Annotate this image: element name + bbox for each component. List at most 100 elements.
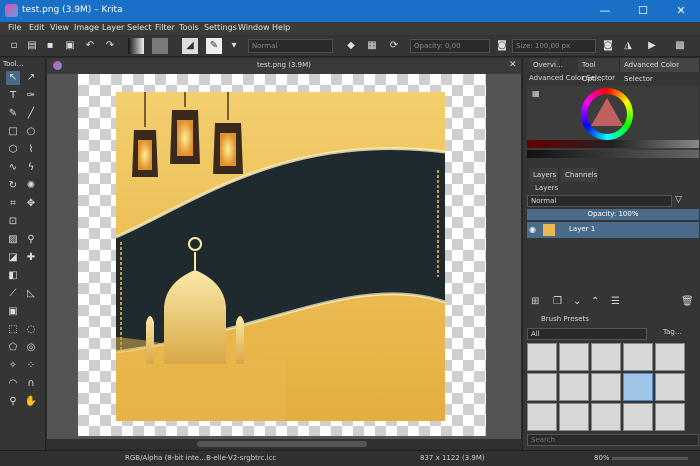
move-up-icon[interactable]: ⌃ xyxy=(591,296,599,307)
delete-layer-icon[interactable]: 🗑 xyxy=(681,296,694,307)
brush-preset[interactable] xyxy=(655,343,685,371)
pattern-swatch[interactable] xyxy=(152,38,168,54)
text-tool-icon[interactable]: T xyxy=(6,89,20,103)
zoom-tool-icon[interactable]: ⚲ xyxy=(6,395,20,409)
close-document-icon[interactable]: ✕ xyxy=(509,60,517,70)
brush-preset[interactable] xyxy=(559,373,589,401)
freehand-brush-icon[interactable]: ✎ xyxy=(6,107,20,121)
freehand-select-icon[interactable]: ◎ xyxy=(24,341,38,355)
tab-overview[interactable]: Overvi… xyxy=(529,58,563,72)
polygon-tool-icon[interactable]: ⬡ xyxy=(6,143,20,157)
gradient-swatch[interactable] xyxy=(128,38,144,54)
bezier-select-icon[interactable]: ◠ xyxy=(6,377,20,391)
transform-tool-icon[interactable]: ⊡ xyxy=(6,215,20,229)
tab-channels[interactable]: Channels xyxy=(561,168,599,182)
reload-icon[interactable]: ⟳ xyxy=(386,38,402,54)
brush-preset[interactable] xyxy=(655,403,685,431)
brush-preset[interactable] xyxy=(527,343,557,371)
crop-tool-icon[interactable]: ⌗ xyxy=(6,197,20,211)
visibility-icon[interactable]: ◉ xyxy=(529,225,536,234)
menu-image[interactable]: Image xyxy=(74,23,99,32)
menu-edit[interactable]: Edit xyxy=(29,23,45,32)
document-tab[interactable]: test.png (3.9M) ✕ xyxy=(47,58,521,74)
brush-preset[interactable] xyxy=(591,403,621,431)
colorize-mask-icon[interactable]: ◪ xyxy=(6,251,20,265)
brush-preset[interactable] xyxy=(591,343,621,371)
move-tool-icon[interactable]: ✥ xyxy=(24,197,38,211)
brush-preset-icon[interactable]: ◢ xyxy=(182,38,198,54)
brush-preset-selected[interactable] xyxy=(623,373,653,401)
layer-opacity-slider[interactable]: Opacity: 100% xyxy=(527,209,699,220)
tab-tool-options[interactable]: Tool Opti… xyxy=(578,58,620,83)
smart-patch-icon[interactable]: ✚ xyxy=(24,251,38,265)
fill-tool-icon[interactable]: ◧ xyxy=(6,269,20,283)
multibrush-icon[interactable]: ✺ xyxy=(24,179,38,193)
brush-preset[interactable] xyxy=(623,403,653,431)
lock-icon[interactable]: ◙ xyxy=(494,38,510,54)
rectangle-tool-icon[interactable]: □ xyxy=(6,125,20,139)
brush-preset[interactable] xyxy=(591,373,621,401)
brush-preset[interactable] xyxy=(655,373,685,401)
duplicate-layer-icon[interactable]: ❐ xyxy=(553,296,562,307)
maximize-button[interactable]: ☐ xyxy=(624,0,662,22)
color-triangle[interactable] xyxy=(591,98,623,128)
open-icon[interactable]: ▤ xyxy=(24,38,40,54)
rect-select-icon[interactable]: ⬚ xyxy=(6,323,20,337)
minimize-button[interactable]: — xyxy=(586,0,624,22)
brush-preset[interactable] xyxy=(559,343,589,371)
layer-properties-icon[interactable]: ☰ xyxy=(611,296,620,307)
polygon-select-icon[interactable]: ⬠ xyxy=(6,341,20,355)
select-shapes-icon[interactable]: ↖ xyxy=(6,71,20,85)
horizontal-scrollbar[interactable] xyxy=(47,439,521,449)
brush-edit-icon[interactable]: ✎ xyxy=(206,38,222,54)
edit-shapes-icon[interactable]: ↗ xyxy=(24,71,38,85)
menu-window[interactable]: Window xyxy=(238,23,270,32)
zoom-slider[interactable] xyxy=(612,457,688,460)
brush-preset[interactable] xyxy=(527,373,557,401)
bezier-tool-icon[interactable]: ∿ xyxy=(6,161,20,175)
mirror-vertical-icon[interactable]: ▶ xyxy=(644,38,660,54)
color-bar[interactable] xyxy=(527,150,699,158)
tab-advanced-color-selector[interactable]: Advanced Color Selector xyxy=(620,58,700,83)
assistant-tool-icon[interactable]: ⟋ xyxy=(6,287,20,301)
save-as-icon[interactable]: ▣ xyxy=(62,38,78,54)
layer-blend-select[interactable]: Normal xyxy=(527,195,672,207)
color-settings-icon[interactable]: ▦ xyxy=(532,89,540,98)
color-history-bar[interactable] xyxy=(527,140,699,148)
polyline-tool-icon[interactable]: ⌇ xyxy=(24,143,38,157)
gradient-tool-icon[interactable]: ▨ xyxy=(6,233,20,247)
save-icon[interactable]: ▪ xyxy=(42,38,58,54)
magnetic-select-icon[interactable]: ∩ xyxy=(24,377,38,391)
blend-mode-select[interactable]: Normal xyxy=(248,39,333,53)
filter-icon[interactable]: ▽ xyxy=(675,195,682,205)
brush-search-input[interactable]: Search xyxy=(527,434,699,446)
brush-preset[interactable] xyxy=(527,403,557,431)
brush-preset[interactable] xyxy=(623,343,653,371)
opacity-slider[interactable]: Opacity: 0,00 xyxy=(410,39,490,53)
add-layer-icon[interactable]: ⊞ xyxy=(531,296,539,307)
freehand-path-icon[interactable]: ϟ xyxy=(24,161,38,175)
menu-filter[interactable]: Filter xyxy=(155,23,175,32)
menu-file[interactable]: File xyxy=(8,23,21,32)
line-tool-icon[interactable]: ╱ xyxy=(24,107,38,121)
undo-icon[interactable]: ↶ xyxy=(82,38,98,54)
mirror-horizontal-icon[interactable]: ◮ xyxy=(620,38,636,54)
menu-tools[interactable]: Tools xyxy=(179,23,199,32)
wrap-around-icon[interactable]: ▩ xyxy=(672,38,688,54)
menu-help[interactable]: Help xyxy=(272,23,290,32)
scroll-thumb[interactable] xyxy=(197,441,367,447)
menu-select[interactable]: Select xyxy=(127,23,152,32)
color-picker-icon[interactable]: ⚲ xyxy=(24,233,38,247)
contiguous-select-icon[interactable]: ✧ xyxy=(6,359,20,373)
ellipse-select-icon[interactable]: ◌ xyxy=(24,323,38,337)
size-lock-icon[interactable]: ◙ xyxy=(600,38,616,54)
menu-view[interactable]: View xyxy=(50,23,69,32)
measure-tool-icon[interactable]: ◺ xyxy=(24,287,38,301)
similar-select-icon[interactable]: ⁘ xyxy=(24,359,38,373)
menu-layer[interactable]: Layer xyxy=(102,23,124,32)
calligraphy-icon[interactable]: ✑ xyxy=(24,89,38,103)
reference-tool-icon[interactable]: ▣ xyxy=(6,305,20,319)
ellipse-tool-icon[interactable]: ○ xyxy=(24,125,38,139)
preserve-alpha-icon[interactable]: ▦ xyxy=(364,38,380,54)
brush-preset[interactable] xyxy=(559,403,589,431)
